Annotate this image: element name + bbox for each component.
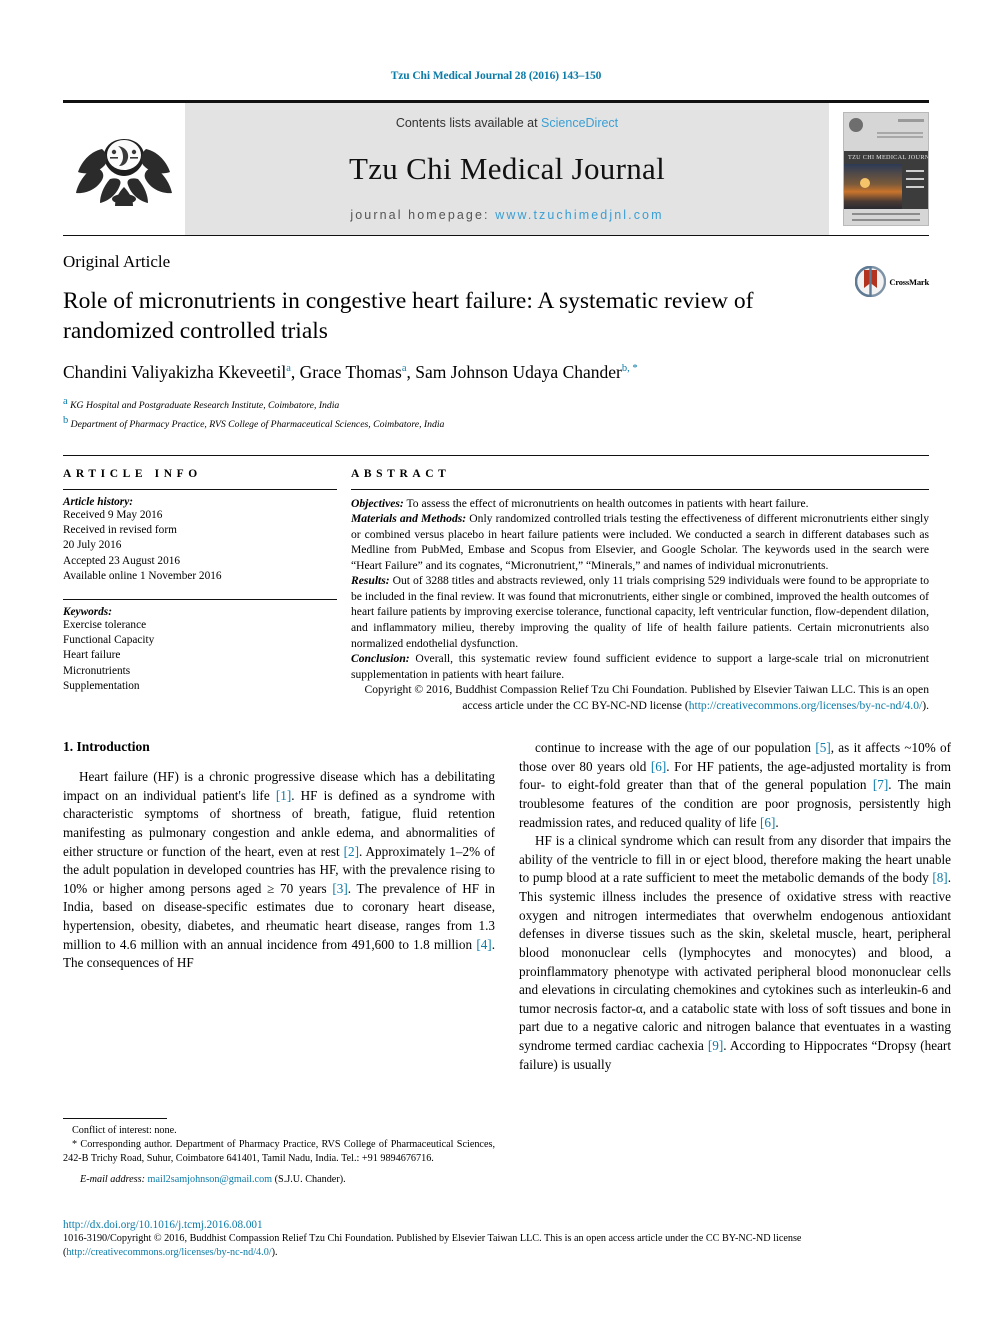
footnotes: Conflict of interest: none. * Correspond…: [63, 1118, 495, 1187]
keyword-item: Supplementation: [63, 679, 140, 692]
affiliation-list: a KG Hospital and Postgraduate Research …: [63, 394, 929, 433]
abstract-body: Objectives: To assess the effect of micr…: [351, 496, 929, 713]
abstract-objectives-label: Objectives:: [351, 496, 404, 510]
history-revised: Received in revised form: [63, 524, 177, 537]
journal-masthead: Contents lists available at ScienceDirec…: [63, 100, 929, 235]
affiliation-b-mark: b: [63, 415, 69, 427]
history-online: Available online 1 November 2016: [63, 570, 222, 583]
email-label: E-mail address:: [80, 1173, 145, 1185]
page-footer: http://dx.doi.org/10.1016/j.tcmj.2016.08…: [63, 1219, 929, 1260]
abstract-rule: [351, 488, 929, 490]
keywords-block: Keywords: Exercise tolerance Functional …: [63, 598, 337, 695]
tzu-chi-lotus-emblem-icon: [76, 139, 172, 206]
cover-title-text: TZU CHI MEDICAL JOURNAL: [844, 151, 928, 164]
footer-license-link[interactable]: http://creativecommons.org/licenses/by-n…: [66, 1247, 271, 1258]
author-1: Chandini Valiyakizha Kkeveetil: [63, 362, 287, 383]
author-3: Sam Johnson Udaya Chander: [415, 362, 622, 383]
doi-link[interactable]: http://dx.doi.org/10.1016/j.tcmj.2016.08…: [63, 1219, 929, 1231]
section-heading-introduction: 1. Introduction: [63, 739, 150, 755]
abstract-copyright-suffix: ).: [922, 698, 929, 712]
abstract-results: Results: Out of 3288 titles and abstract…: [351, 573, 929, 651]
intro-paragraph-right-2: HF is a clinical syndrome which can resu…: [519, 833, 951, 1072]
info-abstract-region: ARTICLE INFO Article history: Received 9…: [63, 454, 929, 713]
affiliation-a-mark: a: [63, 396, 68, 408]
intro-paragraph-left: Heart failure (HF) is a chronic progress…: [63, 769, 495, 971]
abstract-conclusion-label: Conclusion:: [351, 652, 410, 666]
article-page: Tzu Chi Medical Journal 28 (2016) 143–15…: [0, 0, 992, 1323]
homepage-line: journal homepage: www.tzuchimedjnl.com: [350, 208, 663, 222]
history-revised-date: 20 July 2016: [63, 539, 122, 552]
crossmark-label: CrossMark: [889, 276, 929, 287]
history-received: Received 9 May 2016: [63, 508, 163, 521]
article-body: 1. Introduction Heart failure (HF) is a …: [63, 739, 951, 1074]
affiliation-b: b Department of Pharmacy Practice, RVS C…: [63, 413, 929, 432]
abstract-copyright: Copyright © 2016, Buddhist Compassion Re…: [351, 682, 929, 713]
footnote-rule: [63, 1118, 167, 1119]
footnote-conflict: Conflict of interest: none.: [72, 1125, 177, 1136]
intro-paragraph-right-1: continue to increase with the age of our…: [519, 740, 951, 830]
abstract-methods: Materials and Methods: Only randomized c…: [351, 511, 929, 573]
affiliation-a: a KG Hospital and Postgraduate Research …: [63, 394, 929, 413]
footnote-corresponding-author: * Corresponding author. Department of Ph…: [63, 1138, 495, 1164]
abstract-heading: ABSTRACT: [351, 467, 451, 480]
abstract-results-label: Results:: [351, 574, 390, 588]
crossmark-logo-icon: [855, 266, 887, 297]
keyword-item: Functional Capacity: [63, 633, 155, 646]
author-list: Chandini Valiyakizha Kkeveetila, Grace T…: [63, 362, 638, 383]
sciencedirect-link[interactable]: ScienceDirect: [541, 116, 618, 130]
author-2-affil-mark: a: [401, 363, 407, 375]
history-accepted: Accepted 23 August 2016: [63, 554, 181, 567]
article-header: CrossMark Original Article Role of micro…: [63, 236, 929, 433]
journal-logo-cell: [63, 103, 185, 235]
homepage-prefix: journal homepage:: [350, 208, 496, 222]
article-history-label: Article history:: [63, 495, 133, 508]
email-suffix: (S.J.U. Chander).: [272, 1173, 346, 1185]
journal-title: Tzu Chi Medical Journal: [349, 151, 665, 186]
running-head: Tzu Chi Medical Journal 28 (2016) 143–15…: [390, 70, 602, 82]
footer-copyright: 1016-3190/Copyright © 2016, Buddhist Com…: [63, 1232, 929, 1260]
article-info-heading: ARTICLE INFO: [63, 467, 202, 480]
contents-prefix: Contents lists available at: [395, 116, 542, 130]
footer-license-close: ).: [271, 1246, 278, 1258]
abstract-conclusion: Conclusion: Overall, this systematic rev…: [351, 651, 929, 682]
journal-cover-cell: TZU CHI MEDICAL JOURNAL: [829, 103, 929, 235]
affiliation-a-text: KG Hospital and Postgraduate Research In…: [70, 400, 340, 412]
author-2: Grace Thomas: [299, 362, 402, 383]
footnote-email: E-mail address: mail2samjohnson@gmail.co…: [63, 1173, 495, 1187]
body-column-left: 1. Introduction Heart failure (HF) is a …: [63, 739, 495, 1074]
contents-line: Contents lists available at ScienceDirec…: [396, 116, 618, 130]
abstract-conclusion-text: Overall, this systematic review found su…: [351, 652, 929, 681]
homepage-link[interactable]: www.tzuchimedjnl.com: [495, 208, 663, 222]
abstract-objectives: Objectives: To assess the effect of micr…: [351, 496, 929, 512]
abstract-license-link[interactable]: http://creativecommons.org/licenses/by-n…: [689, 699, 923, 712]
footer-copyright-text: 1016-3190/Copyright © 2016, Buddhist Com…: [63, 1233, 802, 1244]
abstract-methods-label: Materials and Methods:: [351, 512, 467, 526]
article-type: Original Article: [63, 252, 171, 271]
author-3-affil-mark: b, *: [621, 363, 638, 375]
keyword-item: Exercise tolerance: [63, 618, 147, 631]
crossmark-badge[interactable]: CrossMark: [855, 266, 929, 297]
page-title: Role of micronutrients in congestive hea…: [63, 288, 754, 345]
abstract-results-text: Out of 3288 titles and abstracts reviewe…: [351, 574, 929, 650]
keywords-label: Keywords:: [63, 605, 112, 618]
affiliation-b-text: Department of Pharmacy Practice, RVS Col…: [70, 419, 445, 431]
abstract-objectives-text: To assess the effect of micronutrients o…: [403, 496, 809, 510]
keyword-item: Heart failure: [63, 649, 121, 662]
keyword-item: Micronutrients: [63, 664, 131, 677]
abstract-column: ABSTRACT Objectives: To assess the effec…: [351, 468, 929, 713]
article-info-column: ARTICLE INFO Article history: Received 9…: [63, 468, 351, 713]
keywords-rule: [63, 598, 337, 600]
journal-cover-thumbnail-icon: TZU CHI MEDICAL JOURNAL: [843, 112, 929, 226]
author-1-affil-mark: a: [286, 363, 291, 375]
email-link[interactable]: mail2samjohnson@gmail.com: [148, 1174, 273, 1185]
sciencedirect-band: Contents lists available at ScienceDirec…: [185, 103, 829, 235]
article-info-rule: [63, 488, 337, 490]
body-column-right: continue to increase with the age of our…: [519, 739, 951, 1074]
